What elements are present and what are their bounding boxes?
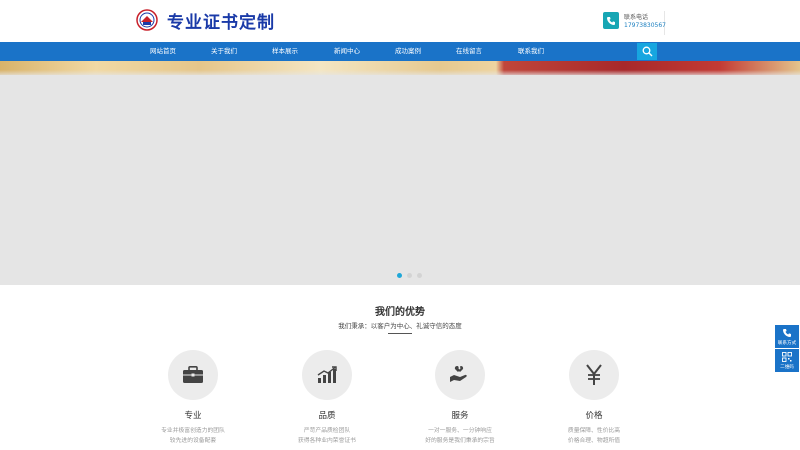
card-icon-circle xyxy=(569,350,619,400)
card-desc-line-2: 较先进的设备配套 xyxy=(169,438,217,444)
side-contact-button[interactable]: 联系方式 xyxy=(775,325,799,348)
nav-item-message[interactable]: 在线留言 xyxy=(439,42,499,61)
card-title: 服务 xyxy=(451,411,469,421)
nav-item-samples[interactable]: 样本展示 xyxy=(255,42,315,61)
carousel-dot-3[interactable] xyxy=(417,273,422,278)
contact-label: 联系电话 xyxy=(624,14,649,21)
card-desc-line-1: 一对一服务、一分钟响应 xyxy=(428,428,492,434)
card-description: 严苛产品质检团队 获得各种业内荣誉证书 xyxy=(267,426,387,446)
hand-wrench-icon xyxy=(450,366,467,382)
card-icon-circle xyxy=(435,350,485,400)
side-qrcode-button[interactable]: 二维码 xyxy=(775,349,799,372)
card-title: 专业 xyxy=(184,411,202,421)
section-divider xyxy=(388,333,412,334)
phone-icon xyxy=(783,329,791,337)
side-contact-label: 联系方式 xyxy=(777,341,797,346)
nav-item-about[interactable]: 关于我们 xyxy=(194,42,254,61)
card-description: 专业并极富创造力的团队 较先进的设备配套 xyxy=(133,426,253,446)
card-icon-circle xyxy=(302,350,352,400)
card-desc-line-2: 好的服务是我们秉承的宗旨 xyxy=(425,438,495,444)
hero-banner xyxy=(0,61,800,285)
nav-item-contact[interactable]: 联系我们 xyxy=(501,42,561,61)
carousel-dot-2[interactable] xyxy=(407,273,412,278)
card-desc-line-1: 严苛产品质检团队 xyxy=(303,428,351,434)
card-desc-line-2: 价格合理、物超所值 xyxy=(567,438,621,444)
chart-icon xyxy=(317,366,337,383)
carousel-dot-1[interactable] xyxy=(397,273,402,278)
nav-item-news[interactable]: 新闻中心 xyxy=(317,42,377,61)
nav-item-cases[interactable]: 成功案例 xyxy=(378,42,438,61)
main-nav: 网站首页 关于我们 样本展示 新闻中心 成功案例 在线留言 联系我们 xyxy=(0,42,800,61)
card-title: 价格 xyxy=(585,411,603,421)
side-qrcode-label: 二维码 xyxy=(780,365,794,370)
site-header: 专业证书定制 联系电话 17973830567 xyxy=(0,0,800,42)
contact-phone-number: 17973830567 xyxy=(624,22,666,29)
briefcase-icon xyxy=(183,366,203,383)
phone-icon xyxy=(603,12,619,29)
section-subtitle: 我们秉承：以客户为中心、礼诚守信的态度 xyxy=(338,322,462,330)
card-desc-line-1: 专业并极富创造力的团队 xyxy=(161,428,225,434)
logo-emblem-icon[interactable] xyxy=(136,9,158,31)
floating-side-widget: 联系方式 二维码 xyxy=(775,325,799,373)
yen-icon xyxy=(586,364,602,385)
card-description: 一对一服务、一分钟响应 好的服务是我们秉承的宗旨 xyxy=(400,426,520,446)
search-icon xyxy=(642,46,652,57)
card-icon-circle xyxy=(168,350,218,400)
logo-text[interactable]: 专业证书定制 xyxy=(167,8,275,33)
qrcode-icon xyxy=(782,352,792,362)
section-title: 我们的优势 xyxy=(375,307,425,318)
card-desc-line-2: 获得各种业内荣誉证书 xyxy=(298,438,356,444)
banner-image xyxy=(0,61,800,75)
search-button[interactable] xyxy=(637,43,657,60)
card-title: 品质 xyxy=(318,411,336,421)
card-desc-line-1: 质量保障、性价比高 xyxy=(567,428,621,434)
card-description: 质量保障、性价比高 价格合理、物超所值 xyxy=(534,426,654,446)
header-contact: 联系电话 17973830567 xyxy=(603,11,666,35)
nav-item-home[interactable]: 网站首页 xyxy=(133,42,193,61)
